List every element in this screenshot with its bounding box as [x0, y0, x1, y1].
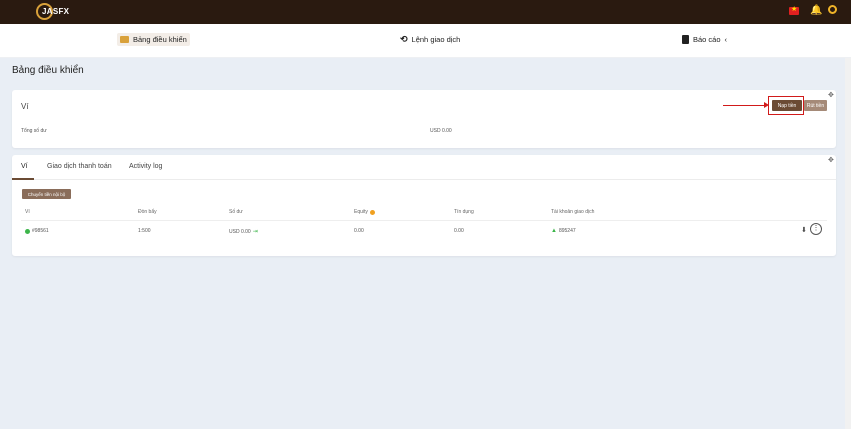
- logo-text: JASFX: [42, 7, 70, 16]
- status-dot-icon: [25, 228, 30, 234]
- column-header: Số dư: [229, 209, 243, 215]
- language-flag-icon[interactable]: [789, 5, 799, 15]
- trading-account-icon: ▲: [551, 228, 557, 234]
- column-header-label: Equity: [354, 209, 368, 215]
- tab-payment-transactions[interactable]: Giao dịch thanh toán: [47, 163, 112, 170]
- page-title: Bảng điều khiển: [12, 65, 84, 76]
- leverage-cell: 1:500: [138, 228, 151, 234]
- wallet-tabs-card: ✥ Ví Giao dịch thanh toán Activity log C…: [12, 155, 836, 256]
- wallet-id-cell: #98561: [25, 228, 49, 234]
- annotation-arrow: [723, 101, 769, 109]
- internal-transfer-button[interactable]: Chuyển tiền nội bộ: [22, 189, 71, 199]
- main-nav: Bảng điều khiển ⟲ Lệnh giao dịch Báo cáo…: [0, 24, 851, 58]
- chevron-left-icon: ‹: [724, 35, 728, 44]
- withdraw-button[interactable]: Rút tiền: [804, 100, 827, 111]
- more-options-icon[interactable]: ⋮: [810, 223, 822, 235]
- notification-bell-icon[interactable]: 🔔: [810, 5, 822, 16]
- tab-active-indicator: [12, 178, 34, 180]
- dashboard-icon: [120, 36, 129, 43]
- deposit-button[interactable]: Nạp tiền: [772, 100, 802, 111]
- trading-account-cell: ▲ 895247: [551, 228, 576, 234]
- credit-cell: 0.00: [454, 228, 464, 234]
- table-divider: [21, 220, 827, 221]
- report-icon: [682, 35, 689, 44]
- total-balance-label: Tổng số dư: [21, 128, 47, 134]
- nav-item-reports[interactable]: Báo cáo ‹: [682, 33, 727, 46]
- info-icon[interactable]: [369, 209, 375, 215]
- nav-item-label: Bảng điều khiển: [133, 35, 187, 44]
- balance-value: USD 0.00: [229, 228, 251, 235]
- move-handle-icon[interactable]: ✥: [828, 156, 834, 164]
- brand-logo[interactable]: JASFX: [36, 3, 76, 20]
- user-account-icon[interactable]: [828, 5, 837, 14]
- wallet-card-title: Ví: [21, 102, 29, 111]
- column-header: Đòn bẩy: [138, 209, 157, 215]
- move-handle-icon[interactable]: ✥: [828, 91, 834, 99]
- download-icon[interactable]: ⬇: [801, 226, 807, 234]
- nav-item-dashboard[interactable]: Bảng điều khiển: [117, 33, 190, 46]
- page-scrollbar[interactable]: [845, 58, 851, 429]
- tab-activity-log[interactable]: Activity log: [129, 163, 162, 170]
- tab-divider: [12, 179, 836, 180]
- equity-cell: 0.00: [354, 228, 364, 234]
- history-icon: ⟲: [400, 34, 408, 44]
- column-header: Tài khoản giao dịch: [551, 209, 595, 215]
- nav-item-label: Lệnh giao dịch: [411, 35, 461, 44]
- column-header: Ví: [25, 209, 30, 215]
- column-header: Tín dụng: [454, 209, 474, 215]
- column-header-equity: Equity: [354, 209, 375, 215]
- top-bar: JASFX 🔔: [0, 0, 851, 24]
- wallet-card: Ví Nạp tiền Rút tiền ✥ Tổng số dư USD 0.…: [12, 90, 836, 148]
- trading-account-id[interactable]: 895247: [559, 228, 576, 234]
- transfer-out-icon[interactable]: ⇥: [253, 228, 258, 235]
- balance-cell: USD 0.00 ⇥: [229, 228, 258, 236]
- total-balance-value: USD 0.00: [430, 128, 452, 134]
- tab-wallet[interactable]: Ví: [21, 163, 28, 170]
- nav-item-label: Báo cáo: [693, 35, 721, 44]
- wallet-id: #98561: [32, 228, 49, 234]
- nav-item-trades[interactable]: ⟲ Lệnh giao dịch: [400, 33, 460, 46]
